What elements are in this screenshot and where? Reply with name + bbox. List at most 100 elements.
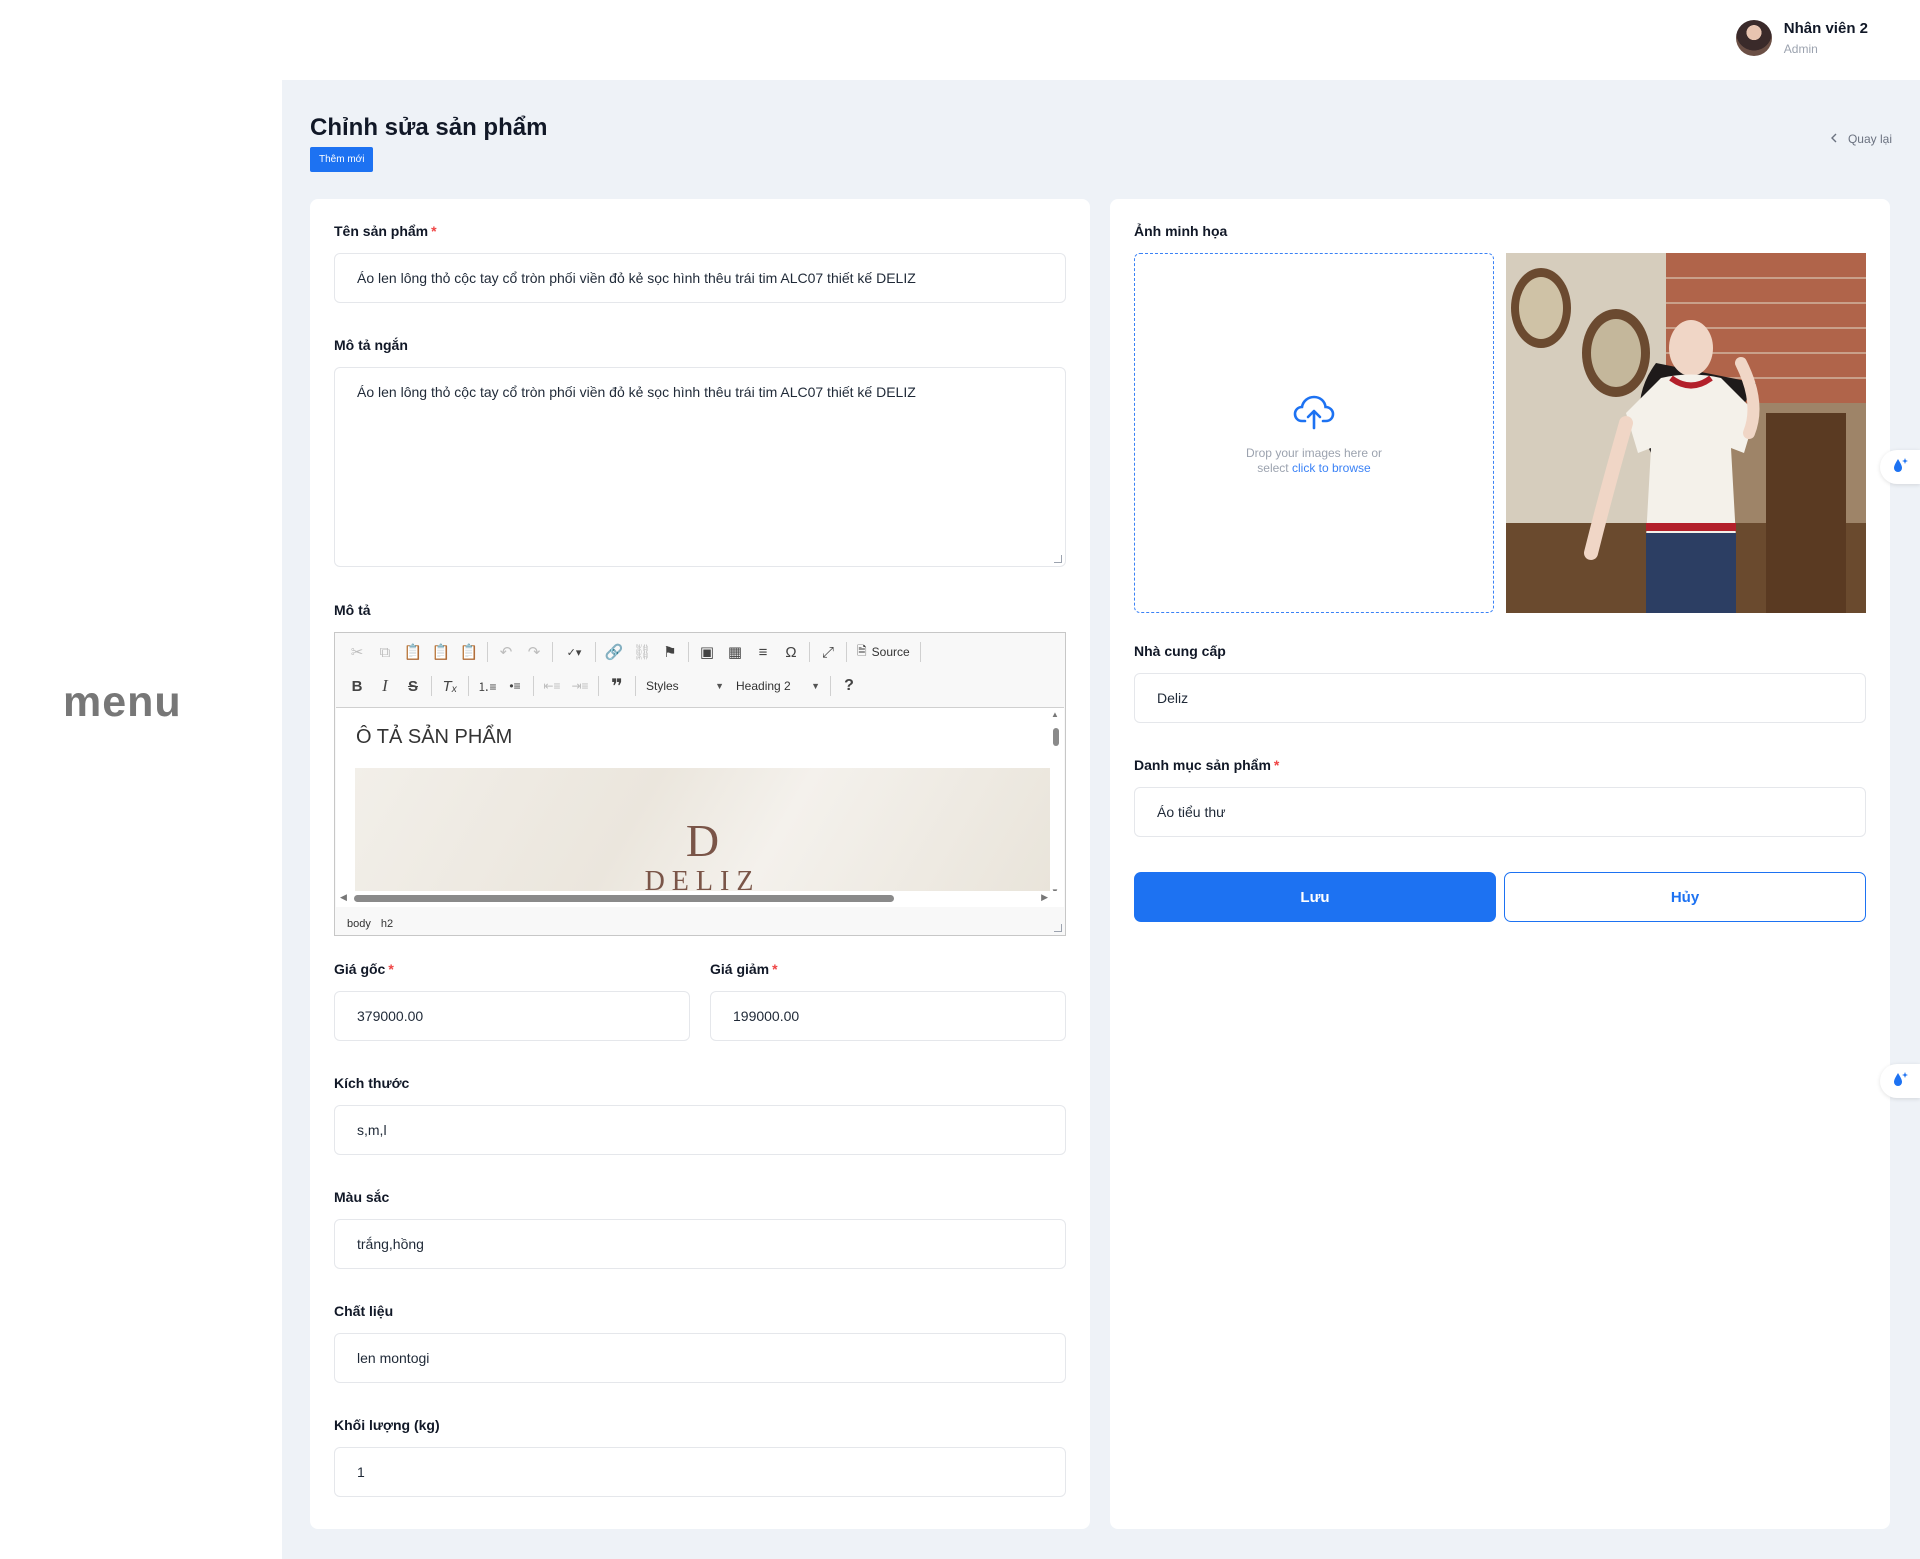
toolbar-separator [846, 642, 847, 662]
material-label: Chất liệu [334, 1303, 394, 1319]
product-name-label: Tên sản phẩm * [334, 223, 437, 239]
short-description-textarea[interactable]: Áo len lông thỏ cộc tay cổ tròn phối viề… [334, 367, 1066, 567]
scroll-thumb[interactable] [1053, 728, 1059, 746]
scroll-right-icon[interactable]: ▶ [1041, 892, 1048, 903]
unlink-icon[interactable]: ⛓ [628, 639, 656, 665]
floating-widget-button[interactable] [1880, 450, 1920, 484]
strikethrough-icon[interactable]: S [399, 673, 427, 699]
toolbar-separator [809, 642, 810, 662]
styles-dropdown-label: Styles [646, 679, 679, 693]
deliz-logo: D [685, 815, 720, 866]
undo-icon[interactable]: ↶ [492, 639, 520, 665]
dropzone-text: Drop your images here or [1245, 446, 1383, 460]
toolbar-separator [533, 676, 534, 696]
italic-icon[interactable]: I [371, 673, 399, 699]
editor-toolbar-row-2: B I S Tₓ ⒈≡ •≡ ⇤≡ ⇥≡ ❞ Styles ▼ Heading … [343, 673, 863, 699]
numbered-list-icon[interactable]: ⒈≡ [473, 673, 501, 699]
paste-text-icon[interactable]: 📋 [427, 639, 455, 665]
cancel-button[interactable]: Hủy [1504, 872, 1866, 922]
sale-price-input[interactable]: 199000.00 [710, 991, 1066, 1041]
outdent-icon[interactable]: ⇤≡ [538, 673, 566, 699]
format-dropdown[interactable]: Heading 2 ▼ [730, 674, 826, 698]
resize-handle-icon[interactable] [1054, 555, 1062, 563]
editor-toolbar-row-1: ✂ ⧉ 📋 📋 📋 ↶ ↷ ✓▾ 🔗 ⛓ ⚑ ▣ ▦ ≡ Ω ⤢ 🗎 Sourc… [343, 639, 925, 665]
color-label: Màu sắc [334, 1189, 390, 1205]
link-icon[interactable]: 🔗 [600, 639, 628, 665]
indent-icon[interactable]: ⇥≡ [566, 673, 594, 699]
floating-widget-button-2[interactable] [1880, 1064, 1920, 1098]
product-media-card: Ảnh minh họa Drop your images here or se… [1110, 199, 1890, 1529]
category-label: Danh mục sản phẩm * [1134, 757, 1280, 773]
editor-content-area[interactable]: Ô TẢ SẢN PHẨM D DELIZ ▲ ▼ [336, 707, 1064, 907]
supplier-label: Nhà cung cấp [1134, 643, 1226, 659]
page-title: Chỉnh sửa sản phẩm [310, 114, 548, 141]
caret-down-icon: ▼ [715, 681, 724, 691]
deliz-banner-image: D DELIZ [355, 768, 1050, 896]
toolbar-separator [919, 642, 921, 662]
chevron-left-icon [1830, 132, 1838, 146]
scroll-left-icon[interactable]: ◀ [340, 892, 347, 903]
user-profile[interactable]: Nhân viên 2 Admin [1735, 20, 1868, 56]
caret-down-icon: ▼ [811, 681, 820, 691]
user-name: Nhân viên 2 [1783, 20, 1868, 37]
spellcheck-icon[interactable]: ✓▾ [557, 639, 591, 665]
supplier-input[interactable]: Deliz [1134, 673, 1866, 723]
price-input[interactable]: 379000.00 [334, 991, 690, 1041]
weight-input[interactable]: 1 [334, 1447, 1066, 1497]
toolbar-separator [468, 676, 469, 696]
anchor-flag-icon[interactable]: ⚑ [656, 639, 684, 665]
editor-content-heading: Ô TẢ SẢN PHẨM [356, 726, 513, 748]
material-input[interactable]: len montogi [334, 1333, 1066, 1383]
avatar[interactable] [1735, 20, 1772, 56]
maximize-icon[interactable]: ⤢ [814, 639, 842, 665]
sale-price-label: Giá giảm * [710, 961, 778, 977]
rich-text-editor: ✂ ⧉ 📋 📋 📋 ↶ ↷ ✓▾ 🔗 ⛓ ⚑ ▣ ▦ ≡ Ω ⤢ 🗎 Sourc… [334, 632, 1066, 936]
user-role: Admin [1783, 42, 1818, 56]
sidebar-menu-label: menu [63, 678, 182, 726]
table-icon[interactable]: ▦ [721, 639, 749, 665]
size-input[interactable]: s,m,l [334, 1105, 1066, 1155]
editor-vertical-scrollbar[interactable]: ▲ ▼ [1050, 710, 1062, 896]
category-select[interactable]: Áo tiểu thư [1134, 787, 1866, 837]
help-icon[interactable]: ? [835, 673, 863, 699]
horizontal-line-icon[interactable]: ≡ [749, 639, 777, 665]
styles-dropdown[interactable]: Styles ▼ [640, 674, 730, 698]
image-icon[interactable]: ▣ [693, 639, 721, 665]
path-item-body[interactable]: body [347, 918, 371, 930]
toolbar-separator [598, 676, 599, 696]
dropzone-text-line-2: select click to browse [1257, 461, 1371, 475]
image-dropzone[interactable]: Drop your images here or select click to… [1134, 253, 1494, 613]
editor-horizontal-scrollbar[interactable]: ◀ ▶ [336, 891, 1064, 905]
browse-link[interactable]: click to browse [1292, 461, 1371, 475]
resize-handle-icon[interactable] [1054, 924, 1062, 932]
blockquote-icon[interactable]: ❞ [603, 673, 631, 699]
toolbar-separator [431, 676, 432, 696]
toolbar-separator [635, 676, 636, 696]
image-label: Ảnh minh họa [1134, 223, 1228, 239]
weight-label: Khối lượng (kg) [334, 1417, 440, 1433]
paste-word-icon[interactable]: 📋 [455, 639, 483, 665]
add-new-badge[interactable]: Thêm mới [310, 147, 374, 172]
product-name-input[interactable]: Áo len lông thỏ cộc tay cổ tròn phối viề… [334, 253, 1066, 303]
source-button[interactable]: 🗎 Source [851, 642, 916, 663]
size-label: Kích thước [334, 1075, 410, 1091]
bulleted-list-icon[interactable]: •≡ [501, 673, 529, 699]
scroll-up-icon[interactable]: ▲ [1051, 710, 1059, 719]
scroll-thumb[interactable] [354, 895, 894, 902]
color-input[interactable]: trắng,hồng [334, 1219, 1066, 1269]
back-link[interactable]: Quay lại [1830, 132, 1892, 146]
bold-icon[interactable]: B [343, 673, 371, 699]
product-image-preview[interactable] [1506, 253, 1866, 613]
cut-icon[interactable]: ✂ [343, 639, 371, 665]
save-button[interactable]: Lưu [1134, 872, 1496, 922]
top-bar: Nhân viên 2 Admin [282, 0, 1920, 80]
toolbar-separator [487, 642, 488, 662]
remove-format-icon[interactable]: Tₓ [436, 673, 464, 699]
toolbar-separator [595, 642, 596, 662]
path-item-h2[interactable]: h2 [381, 918, 393, 930]
special-char-icon[interactable]: Ω [777, 639, 805, 665]
short-description-label: Mô tả ngắn [334, 337, 408, 353]
copy-icon[interactable]: ⧉ [371, 639, 399, 665]
paste-icon[interactable]: 📋 [399, 639, 427, 665]
redo-icon[interactable]: ↷ [520, 639, 548, 665]
